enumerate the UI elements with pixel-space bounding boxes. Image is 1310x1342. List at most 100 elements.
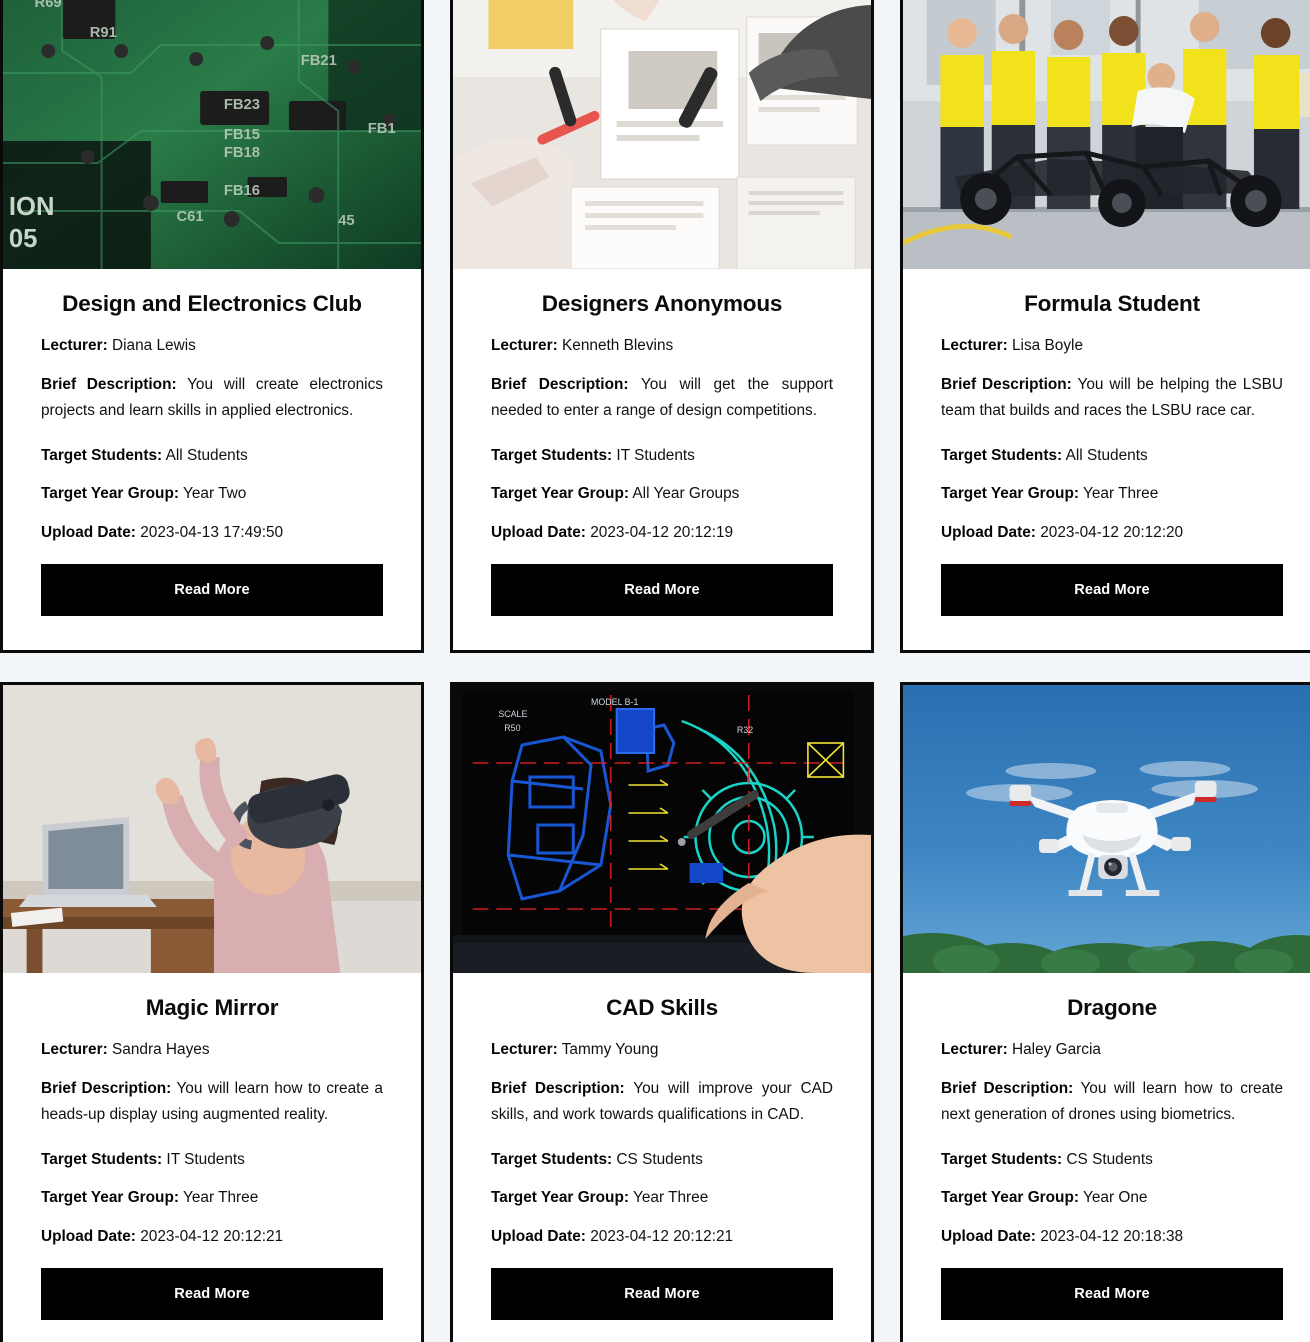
svg-text:R32: R32 <box>737 725 753 735</box>
read-more-button[interactable]: Read More <box>491 564 833 617</box>
description-label: Brief Description: <box>491 375 629 393</box>
target-students-value: IT Students <box>166 1150 245 1168</box>
activities-page: R69 R91 FB21 FB23 FB15 FB18 FB1 FB16 C61… <box>0 0 1310 1342</box>
description-field: Brief Description: You will create elect… <box>41 372 383 425</box>
card-title: Design and Electronics Club <box>62 291 362 316</box>
upload-date-field: Upload Date: 2023-04-13 17:49:50 <box>41 520 383 546</box>
upload-date-label: Upload Date: <box>41 1227 136 1245</box>
description-field: Brief Description: You will get the supp… <box>491 372 833 425</box>
description-field: Brief Description: You will be helping t… <box>941 372 1283 425</box>
svg-text:C61: C61 <box>177 209 204 225</box>
card-body: Designers Anonymous Lecturer: Kenneth Bl… <box>453 269 871 650</box>
lecturer-field: Lecturer: Haley Garcia <box>941 1037 1283 1063</box>
target-students-field: Target Students: IT Students <box>41 1147 383 1173</box>
upload-date-field: Upload Date: 2023-04-12 20:12:20 <box>941 520 1283 546</box>
lecturer-label: Lecturer: <box>491 1041 558 1059</box>
read-more-button[interactable]: Read More <box>941 1268 1283 1321</box>
target-students-label: Target Students: <box>941 1150 1063 1168</box>
drone-in-sky-image <box>903 685 1310 974</box>
card-title: Designers Anonymous <box>541 291 783 316</box>
description-field: Brief Description: You will learn how to… <box>41 1076 383 1129</box>
target-year-group-field: Target Year Group: Year Three <box>941 481 1283 507</box>
description-field: Brief Description: You will learn how to… <box>941 1076 1283 1129</box>
target-students-label: Target Students: <box>491 1150 613 1168</box>
target-year-group-value: Year One <box>1082 1189 1148 1207</box>
svg-text:45: 45 <box>338 213 354 229</box>
svg-text:FB16: FB16 <box>224 183 260 199</box>
lecturer-label: Lecturer: <box>41 1041 108 1059</box>
target-year-group-field: Target Year Group: Year Three <box>41 1185 383 1211</box>
target-students-label: Target Students: <box>941 446 1063 464</box>
upload-date-field: Upload Date: 2023-04-12 20:12:21 <box>491 1224 833 1250</box>
svg-text:FB18: FB18 <box>224 145 260 161</box>
lecturer-value: Lisa Boyle <box>1012 337 1084 355</box>
read-more-button[interactable]: Read More <box>41 1268 383 1321</box>
target-year-group-label: Target Year Group: <box>941 485 1079 503</box>
target-students-field: Target Students: All Students <box>941 443 1283 469</box>
read-more-button[interactable]: Read More <box>941 564 1283 617</box>
svg-text:R91: R91 <box>90 25 117 41</box>
card-body: Design and Electronics Club Lecturer: Di… <box>3 269 421 650</box>
description-label: Brief Description: <box>41 375 177 393</box>
target-students-label: Target Students: <box>41 1150 163 1168</box>
lecturer-value: Haley Garcia <box>1012 1041 1101 1059</box>
upload-date-value: 2023-04-12 20:12:19 <box>590 523 734 541</box>
target-year-group-label: Target Year Group: <box>41 1189 179 1207</box>
activity-card[interactable]: Designers Anonymous Lecturer: Kenneth Bl… <box>450 0 874 654</box>
svg-text:ION: ION <box>9 193 55 221</box>
svg-text:FB1: FB1 <box>368 121 396 137</box>
target-students-field: Target Students: CS Students <box>941 1147 1283 1173</box>
read-more-button[interactable]: Read More <box>41 564 383 617</box>
description-label: Brief Description: <box>41 1079 172 1097</box>
svg-text:R69: R69 <box>35 0 62 11</box>
formula-student-team-image <box>903 0 1310 269</box>
lecturer-value: Sandra Hayes <box>112 1041 210 1059</box>
svg-text:SCALE: SCALE <box>498 709 527 719</box>
target-year-group-value: Year Two <box>182 485 247 503</box>
target-students-value: All Students <box>1065 446 1148 464</box>
lecturer-label: Lecturer: <box>941 337 1008 355</box>
cad-monitor-image: MODEL B-1 SCALE R50 R32 <box>453 685 871 974</box>
svg-text:FB15: FB15 <box>224 127 260 143</box>
activity-card[interactable]: Formula Student Lecturer: Lisa Boyle Bri… <box>900 0 1310 654</box>
card-title: Magic Mirror <box>145 995 279 1021</box>
activity-card[interactable]: MODEL B-1 SCALE R50 R32 CAD Skills Lectu… <box>450 682 874 1342</box>
activity-card[interactable]: Magic Mirror Lecturer: Sandra Hayes Brie… <box>0 682 424 1342</box>
target-students-field: Target Students: All Students <box>41 443 383 469</box>
lecturer-value: Kenneth Blevins <box>562 337 674 355</box>
lecturer-value: Diana Lewis <box>112 337 196 355</box>
upload-date-field: Upload Date: 2023-04-12 20:12:19 <box>491 520 833 546</box>
lecturer-field: Lecturer: Tammy Young <box>491 1037 833 1063</box>
activity-card-grid: R69 R91 FB21 FB23 FB15 FB18 FB1 FB16 C61… <box>0 0 1310 1342</box>
lecturer-field: Lecturer: Sandra Hayes <box>41 1037 383 1063</box>
target-year-group-field: Target Year Group: Year Two <box>41 481 383 507</box>
svg-text:05: 05 <box>9 225 37 253</box>
svg-text:R50: R50 <box>504 723 520 733</box>
circuit-board-image: R69 R91 FB21 FB23 FB15 FB18 FB1 FB16 C61… <box>3 0 421 269</box>
target-students-value: All Students <box>165 446 248 464</box>
upload-date-label: Upload Date: <box>941 523 1036 541</box>
upload-date-label: Upload Date: <box>941 1227 1036 1245</box>
upload-date-label: Upload Date: <box>41 523 136 541</box>
target-students-value: IT Students <box>616 446 695 464</box>
target-year-group-value: All Year Groups <box>632 485 740 503</box>
upload-date-field: Upload Date: 2023-04-12 20:12:21 <box>41 1224 383 1250</box>
target-students-value: CS Students <box>616 1150 703 1168</box>
card-title: CAD Skills <box>606 995 718 1021</box>
activity-card[interactable]: Dragone Lecturer: Haley Garcia Brief Des… <box>900 682 1310 1342</box>
svg-text:FB21: FB21 <box>301 53 337 69</box>
upload-date-value: 2023-04-12 20:12:20 <box>1040 523 1184 541</box>
read-more-button[interactable]: Read More <box>491 1268 833 1321</box>
upload-date-value: 2023-04-12 20:18:38 <box>1040 1227 1184 1245</box>
description-label: Brief Description: <box>941 375 1072 393</box>
designers-sketching-image <box>453 0 871 269</box>
target-year-group-field: Target Year Group: Year Three <box>491 1185 833 1211</box>
description-label: Brief Description: <box>491 1079 625 1097</box>
target-students-value: CS Students <box>1066 1150 1153 1168</box>
target-year-group-label: Target Year Group: <box>941 1189 1079 1207</box>
activity-card[interactable]: R69 R91 FB21 FB23 FB15 FB18 FB1 FB16 C61… <box>0 0 424 654</box>
lecturer-value: Tammy Young <box>561 1041 659 1059</box>
target-year-group-label: Target Year Group: <box>491 485 629 503</box>
lecturer-label: Lecturer: <box>41 337 108 355</box>
target-year-group-label: Target Year Group: <box>491 1189 629 1207</box>
